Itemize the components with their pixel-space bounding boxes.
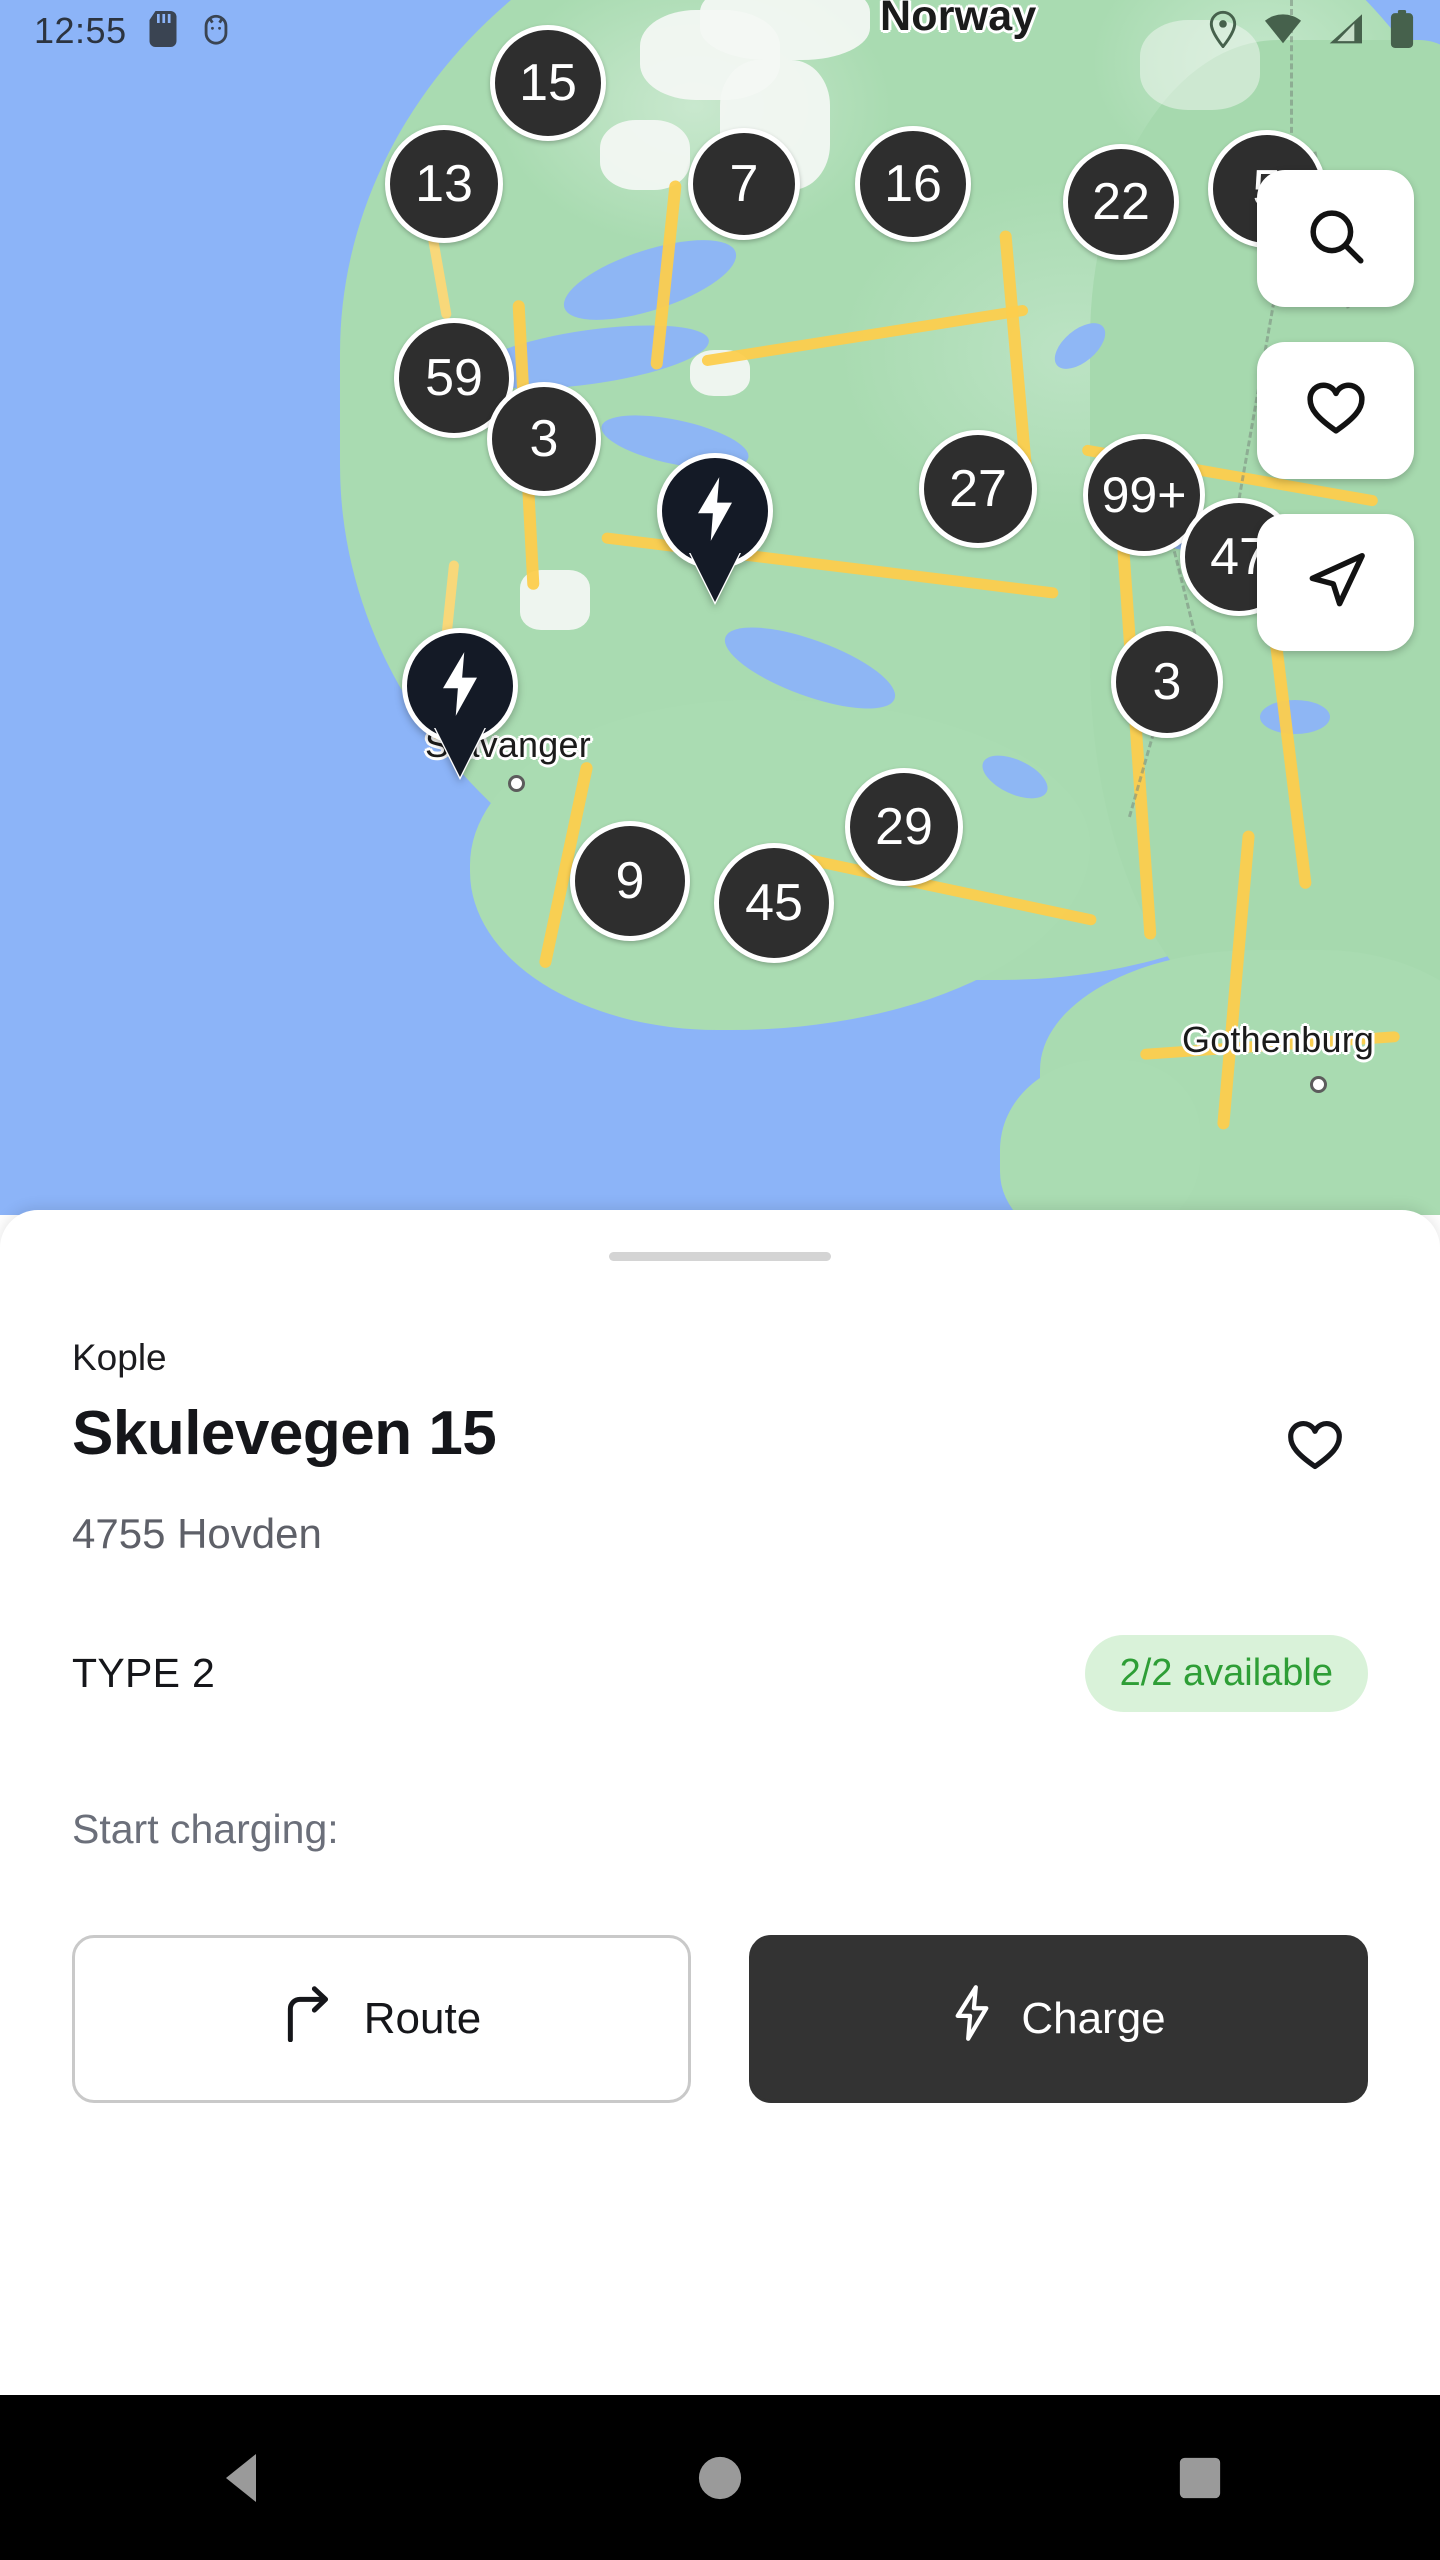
- cluster-count: 45: [745, 874, 803, 932]
- cluster-count: 15: [519, 54, 577, 112]
- cluster-count: 99+: [1101, 467, 1187, 523]
- map-locate-button[interactable]: [1257, 514, 1414, 651]
- navigate-icon: [1303, 547, 1369, 618]
- connector-row: TYPE 2 2/2 available: [72, 1634, 1368, 1712]
- android-debug-icon: [199, 12, 233, 51]
- map-cluster-marker[interactable]: 13: [385, 125, 503, 243]
- home-button[interactable]: [630, 2395, 810, 2560]
- start-charging-label: Start charging:: [72, 1805, 339, 1852]
- cluster-count: 16: [884, 155, 942, 213]
- map-search-button[interactable]: [1257, 170, 1414, 307]
- selected-station-pin[interactable]: [657, 453, 773, 603]
- back-button[interactable]: [150, 2395, 330, 2560]
- status-bar-clock: 12:55: [34, 10, 127, 51]
- heart-icon: [1284, 1414, 1346, 1481]
- connector-type: TYPE 2: [72, 1649, 216, 1696]
- station-address: 4755 Hovden: [72, 1509, 322, 1557]
- map-cluster-marker[interactable]: 3: [487, 382, 601, 496]
- cluster-count: 7: [729, 155, 759, 213]
- route-button[interactable]: Route: [72, 1934, 691, 2103]
- bolt-icon: [951, 1984, 993, 2053]
- city-dot: [1310, 1076, 1327, 1093]
- station-pin[interactable]: [402, 628, 518, 778]
- sd-card-icon: [149, 10, 177, 52]
- map-canvas[interactable]: Norway Stavanger Gothenburg 15 13 7 16 2…: [0, 0, 1440, 1215]
- heart-icon: [1303, 375, 1369, 446]
- map-controls: [1257, 170, 1414, 651]
- map-landmass: [1000, 1060, 1200, 1215]
- map-favorites-button[interactable]: [1257, 342, 1414, 479]
- station-detail-sheet: Kople Skulevegen 15 4755 Hovden TYPE 2 2…: [0, 1210, 1440, 2395]
- cluster-count: 29: [875, 798, 933, 856]
- battery-icon: [1390, 9, 1414, 53]
- charge-button-label: Charge: [1021, 1993, 1166, 2043]
- provider-name: Kople: [72, 1337, 167, 1378]
- cluster-count: 3: [529, 410, 559, 468]
- map-cluster-marker[interactable]: 9: [570, 821, 690, 941]
- cluster-count: 22: [1092, 173, 1150, 231]
- cellular-signal-icon: [1328, 13, 1364, 50]
- bolt-icon: [434, 650, 486, 723]
- route-button-label: Route: [363, 1993, 482, 2043]
- bolt-icon: [689, 475, 741, 548]
- cluster-count: 3: [1152, 653, 1182, 711]
- cluster-count: 59: [425, 349, 483, 407]
- map-cluster-marker[interactable]: 7: [688, 128, 800, 240]
- app-screen: Norway Stavanger Gothenburg 15 13 7 16 2…: [0, 0, 1440, 2560]
- map-label-city: Gothenburg: [1182, 1019, 1375, 1060]
- search-icon: [1303, 203, 1369, 274]
- status-badge: 2/2 available: [1084, 1634, 1368, 1712]
- recents-button[interactable]: [1110, 2395, 1290, 2560]
- map-cluster-marker[interactable]: 16: [855, 126, 971, 242]
- map-cluster-marker[interactable]: 27: [919, 430, 1037, 548]
- sheet-content: Kople Skulevegen 15 4755 Hovden TYPE 2 2…: [0, 1210, 1440, 2103]
- status-bar-left: 12:55: [34, 10, 233, 52]
- map-cluster-marker[interactable]: 29: [845, 768, 963, 886]
- map-water: [1260, 700, 1330, 734]
- drag-handle[interactable]: [609, 1252, 831, 1261]
- pin-body: [402, 628, 518, 744]
- pin-body: [657, 453, 773, 569]
- title-row: Skulevegen 15: [72, 1401, 1368, 1491]
- status-bar-right: [1208, 9, 1414, 53]
- map-cluster-marker[interactable]: 22: [1063, 144, 1179, 260]
- map-cluster-marker[interactable]: 45: [714, 843, 834, 963]
- cluster-count: 27: [949, 460, 1007, 518]
- cluster-count: 9: [615, 852, 645, 910]
- location-pin-icon: [1208, 10, 1238, 53]
- android-nav-bar: [0, 2395, 1440, 2560]
- action-buttons: Route Charge: [72, 1934, 1368, 2103]
- charge-button[interactable]: Charge: [749, 1934, 1368, 2103]
- turn-right-icon: [282, 1984, 336, 2053]
- status-bar: 12:55: [0, 0, 1440, 62]
- favorite-button[interactable]: [1272, 1405, 1358, 1491]
- page-title: Skulevegen 15: [72, 1398, 497, 1468]
- cluster-count: 13: [415, 155, 473, 213]
- map-terrain: [600, 120, 690, 190]
- map-cluster-marker[interactable]: 3: [1111, 626, 1223, 738]
- wifi-icon: [1264, 13, 1302, 50]
